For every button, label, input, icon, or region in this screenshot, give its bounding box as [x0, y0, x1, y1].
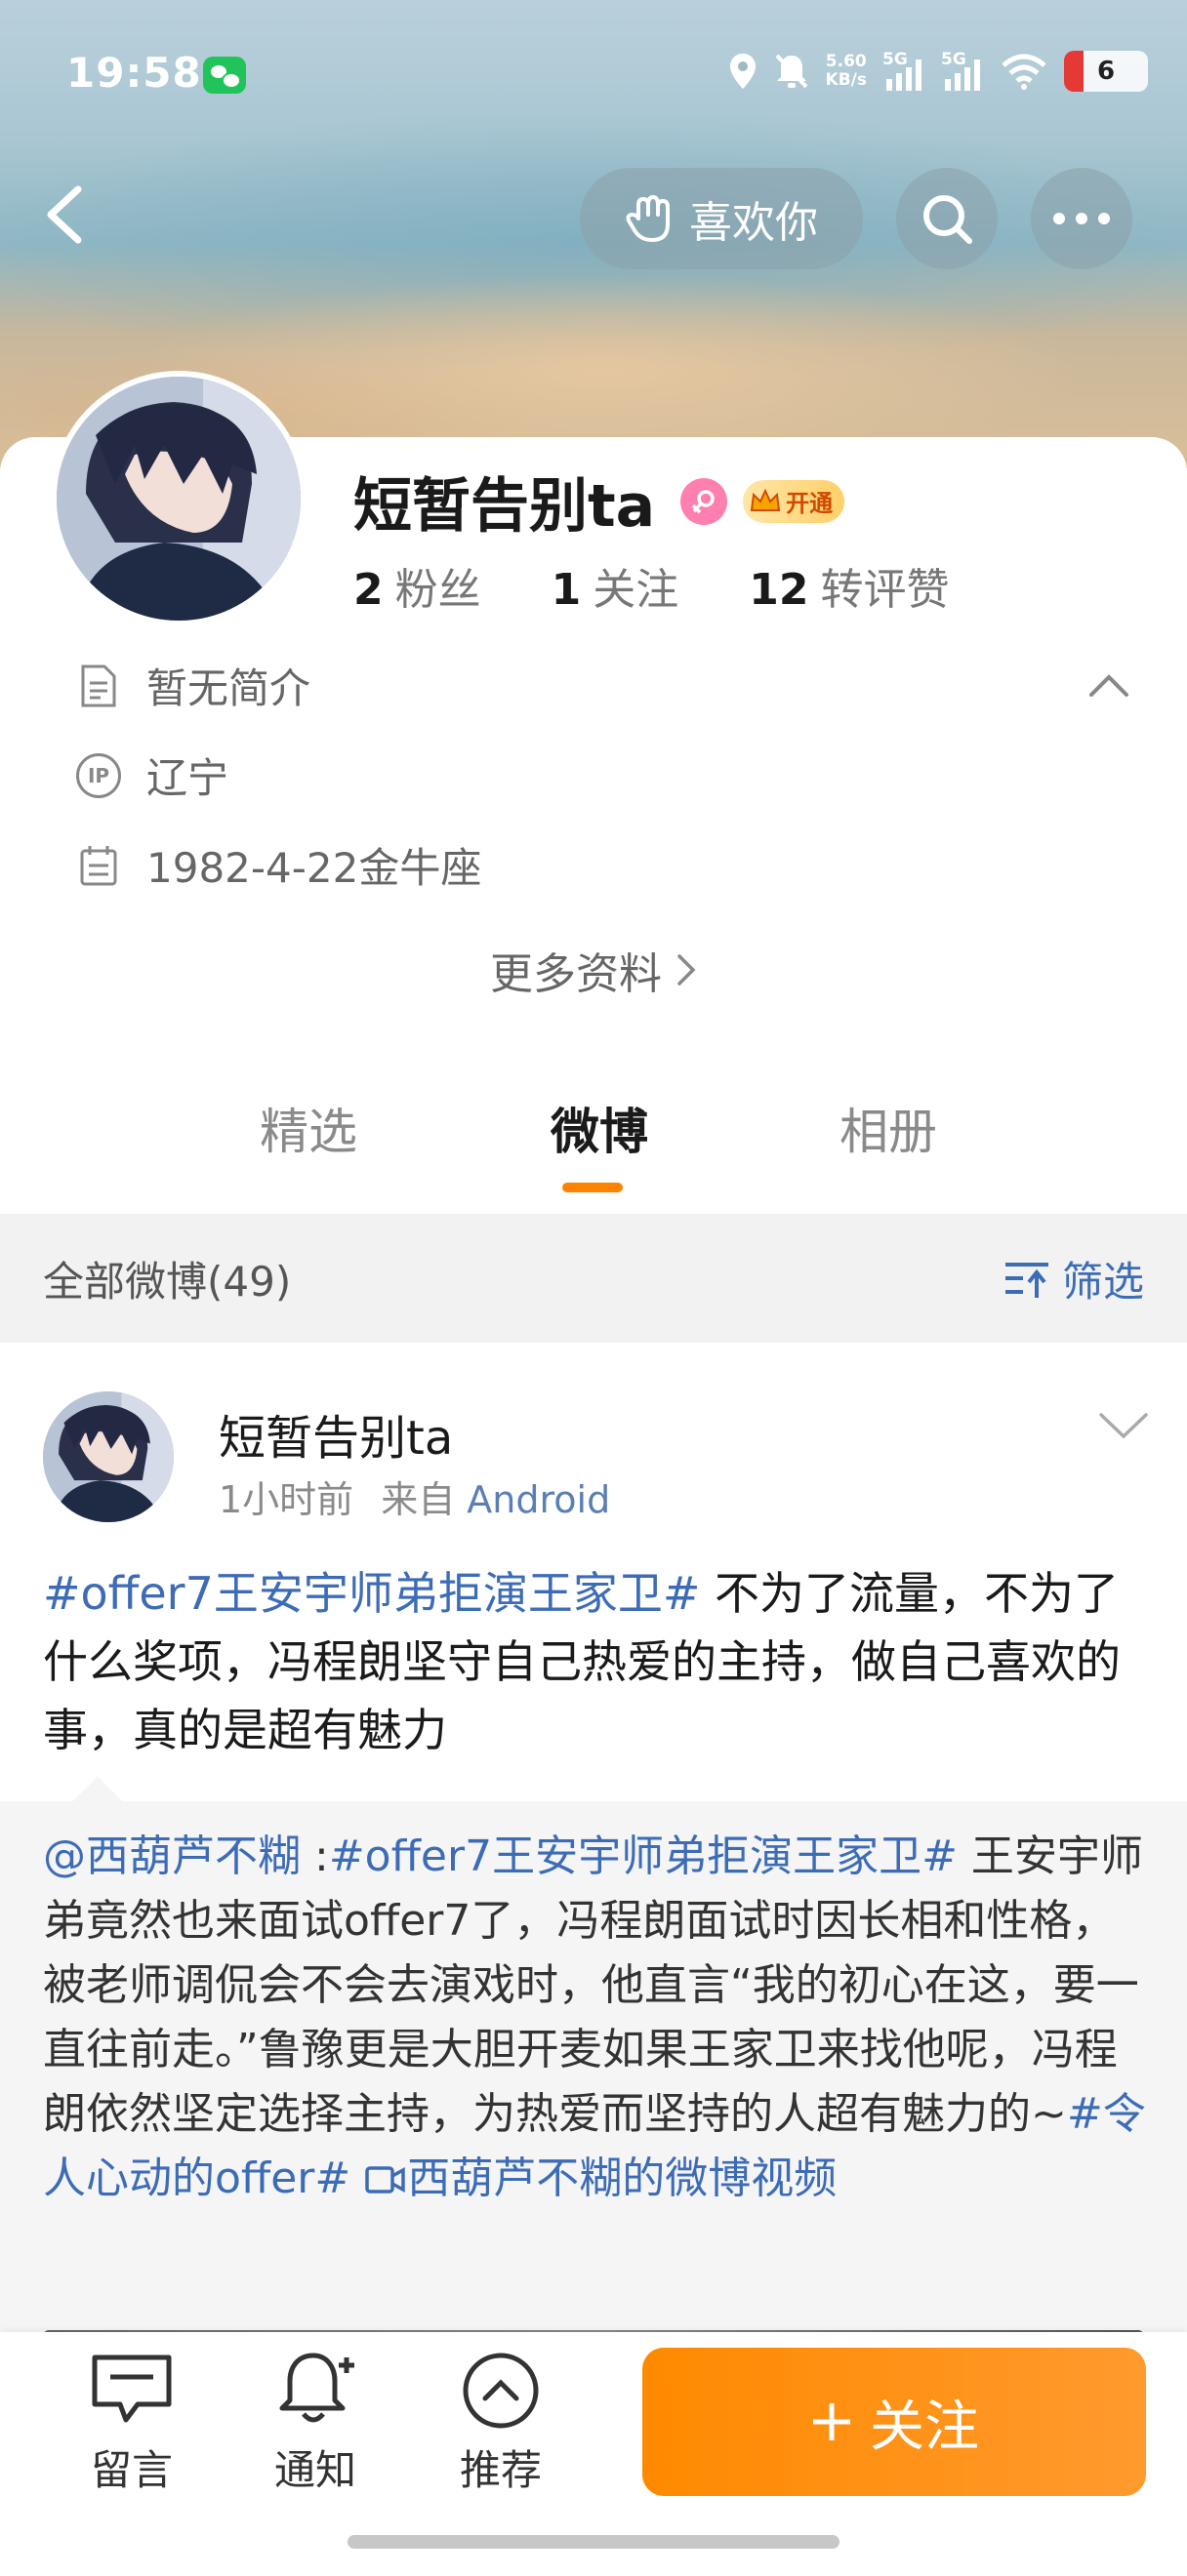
bio-text: 暂无简介 — [146, 664, 311, 712]
ip-row: IP 辽宁 — [76, 745, 228, 805]
birthday-row: 1982-4-22金牛座 — [76, 835, 481, 895]
stat-following-num: 1 — [551, 565, 582, 615]
more-info-label: 更多资料 — [490, 949, 662, 999]
post-menu-button[interactable] — [1095, 1405, 1152, 1444]
stat-interactions-num: 12 — [749, 565, 809, 615]
chevron-down-icon — [1099, 1413, 1148, 1439]
post-topic-link[interactable]: #offer7王安宇师弟拒演王家卫# — [43, 1567, 700, 1620]
stat-following[interactable]: 1 关注 — [552, 554, 679, 617]
plus-icon — [813, 2403, 850, 2440]
status-icons: 5.60 KB/s 5G 5G 6 — [728, 47, 1148, 96]
message-icon — [92, 2355, 172, 2423]
calendar-icon — [76, 843, 121, 888]
profile-name: 短暂告别ta — [353, 472, 656, 541]
profile-tabs: 精选 微博 相册 — [0, 1093, 1187, 1210]
back-button[interactable] — [37, 176, 96, 254]
vip-open-button[interactable]: 开通 — [743, 479, 845, 523]
battery-indicator: 6 — [1064, 51, 1148, 92]
vip-label: 开通 — [786, 490, 834, 517]
stat-fans-label: 粉丝 — [394, 565, 481, 615]
stat-following-label: 关注 — [593, 565, 679, 615]
post-meta: 1小时前 来自 Android — [219, 1469, 610, 1523]
chevron-up-icon — [1089, 674, 1128, 697]
female-gender-icon — [680, 477, 728, 525]
repost-topic-link[interactable]: #offer7王安宇师弟拒演王家卫# — [329, 1831, 958, 1881]
filter-icon — [1004, 1263, 1048, 1298]
repost-user-link[interactable]: @西葫芦不糊 — [43, 1831, 301, 1881]
signal-2: 5G — [941, 50, 984, 93]
status-bar: 19:58 5.60 KB/s 5G 5G 6 — [0, 0, 1187, 146]
crown-icon — [751, 488, 781, 511]
ip-location-icon: IP — [76, 752, 121, 798]
recommend-button[interactable]: 推荐 — [437, 2350, 564, 2497]
tab-active-indicator — [562, 1183, 623, 1192]
post-time: 1小时前 — [219, 1478, 354, 1521]
like-you-label: 喜欢你 — [689, 198, 818, 248]
repost-text: @西葫芦不糊 :#offer7王安宇师弟拒演王家卫# 王安宇师弟竟然也来面试of… — [43, 1825, 1148, 2211]
search-icon — [923, 195, 972, 244]
stat-interactions[interactable]: 12 转评赞 — [749, 554, 949, 617]
tab-featured[interactable]: 精选 — [211, 1093, 406, 1163]
post-source-wrap: 来自 Android — [381, 1469, 610, 1523]
net-speed: 5.60 KB/s — [825, 52, 867, 90]
signal-1: 5G — [882, 50, 925, 93]
repost-colon: : — [301, 1831, 329, 1881]
post-source-prefix: 来自 — [381, 1478, 456, 1521]
post-count-label: 全部微博(49) — [43, 1257, 292, 1306]
notify-label: 通知 — [273, 2446, 356, 2494]
notify-button[interactable]: 通知 — [252, 2350, 379, 2497]
chevron-right-icon — [677, 954, 696, 986]
wifi-icon — [1000, 52, 1048, 91]
ip-text: 辽宁 — [146, 754, 229, 802]
hand-icon — [626, 195, 670, 242]
stat-fans[interactable]: 2 粉丝 — [353, 554, 481, 617]
message-button[interactable]: 留言 — [68, 2350, 195, 2497]
bell-plus-icon — [279, 2353, 354, 2423]
profile-name-row: 短暂告别ta 开通 — [353, 459, 845, 543]
stats-row: 2 粉丝 1 关注 12 转评赞 — [353, 554, 949, 617]
repost-box[interactable]: @西葫芦不糊 :#offer7王安宇师弟拒演王家卫# 王安宇师弟竟然也来面试of… — [0, 1801, 1187, 2354]
like-you-button[interactable]: 喜欢你 — [580, 168, 863, 269]
chevron-left-icon — [47, 185, 82, 244]
video-icon — [365, 2166, 406, 2194]
more-button[interactable] — [1031, 168, 1132, 269]
chevron-up-circle-icon — [463, 2353, 539, 2429]
stat-interactions-label: 转评赞 — [820, 565, 950, 615]
post-text: #offer7王安宇师弟拒演王家卫# 不为了流量，不为了什么奖项，冯程朗坚守自己… — [43, 1559, 1156, 1764]
stat-fans-num: 2 — [353, 565, 384, 615]
avatar[interactable] — [51, 371, 307, 626]
status-time: 19:58 — [66, 49, 202, 97]
search-button[interactable] — [896, 168, 998, 269]
recommend-label: 推荐 — [459, 2446, 542, 2494]
post-author-name[interactable]: 短暂告别ta — [219, 1399, 453, 1468]
location-icon — [728, 52, 757, 91]
filter-button[interactable]: 筛选 — [1003, 1249, 1144, 1308]
video-link-label: 西葫芦不糊的微博视频 — [407, 2153, 838, 2203]
post-avatar-image — [43, 1391, 174, 1522]
tab-album[interactable]: 相册 — [791, 1093, 986, 1163]
message-label: 留言 — [90, 2446, 173, 2494]
document-icon — [76, 664, 121, 708]
filter-bar: 全部微博(49) 筛选 — [0, 1214, 1187, 1343]
avatar-image — [57, 377, 301, 621]
post-source[interactable]: Android — [467, 1478, 610, 1521]
collapse-button[interactable] — [1085, 665, 1132, 704]
tab-weibo[interactable]: 微博 — [502, 1093, 697, 1163]
follow-label: 关注 — [870, 2395, 979, 2459]
mute-icon — [773, 52, 810, 91]
follow-button[interactable]: 关注 — [642, 2348, 1146, 2496]
video-link[interactable]: 西葫芦不糊的微博视频 — [364, 2153, 837, 2203]
home-indicator[interactable] — [348, 2535, 839, 2549]
post-author-avatar[interactable] — [43, 1391, 174, 1522]
weibo-post[interactable]: 短暂告别ta 1小时前 来自 Android #offer7王安宇师弟拒演王家卫… — [0, 1343, 1187, 2354]
more-dots-icon — [1053, 213, 1110, 224]
filter-label: 筛选 — [1061, 1257, 1144, 1306]
birthday-text: 1982-4-22金牛座 — [146, 844, 482, 892]
wechat-notification-icon — [203, 57, 246, 94]
more-info-link[interactable]: 更多资料 — [0, 939, 1187, 1001]
bio-row: 暂无简介 — [76, 656, 310, 715]
